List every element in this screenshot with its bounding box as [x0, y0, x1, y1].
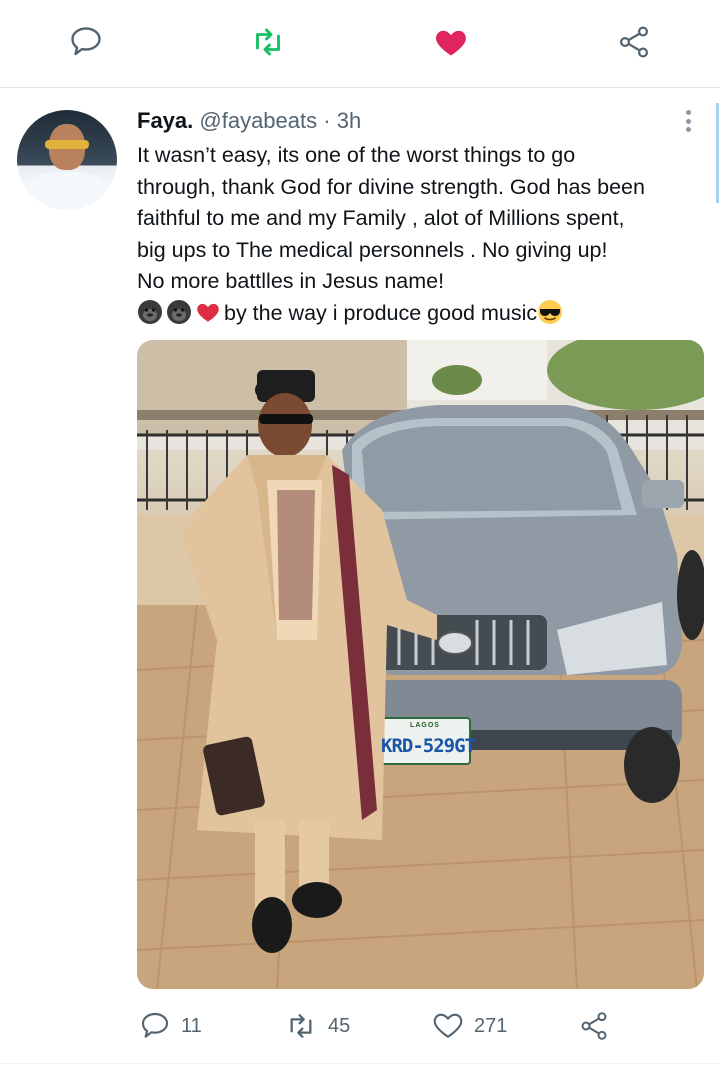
- more-options-button[interactable]: [676, 106, 700, 136]
- gorilla-icon: [138, 299, 162, 324]
- share-button[interactable]: [614, 22, 654, 62]
- dot-icon: [685, 127, 691, 132]
- reply-icon: [141, 1012, 169, 1038]
- share-button[interactable]: [578, 1008, 610, 1044]
- retweet-icon: [256, 28, 280, 56]
- divider: [0, 1063, 720, 1064]
- like-count: 271: [474, 1014, 508, 1037]
- reply-button[interactable]: [66, 22, 106, 62]
- retweet-button[interactable]: [248, 22, 288, 62]
- scrollbar[interactable]: [716, 103, 719, 203]
- gorilla-icon: [167, 299, 191, 324]
- tweet-header: Faya. @fayabeats · 3h: [137, 108, 361, 134]
- retweet-icon: [290, 1014, 312, 1038]
- reply-button[interactable]: 11: [139, 1008, 202, 1044]
- display-name[interactable]: Faya.: [137, 108, 193, 133]
- timestamp[interactable]: 3h: [337, 108, 361, 133]
- tweet-line: through, thank God for divine strength. …: [137, 174, 645, 199]
- sunglasses-face-icon: [538, 299, 563, 324]
- share-icon: [581, 1012, 607, 1040]
- tweet-line: It wasn’t easy, its one of the worst thi…: [137, 143, 576, 167]
- tweet-line-text: by the way i produce good music: [224, 300, 538, 325]
- photo-illustration: [137, 340, 704, 989]
- like-button[interactable]: [431, 22, 471, 62]
- dot-icon: [685, 118, 691, 124]
- tweet-actions: 11 45 271: [0, 1008, 720, 1048]
- license-plate-state: LAGOS: [410, 722, 440, 729]
- heart-filled-icon: [436, 30, 466, 56]
- license-plate-number: KRD-529GT: [381, 735, 476, 757]
- avatar[interactable]: [17, 110, 117, 210]
- dot-icon: [685, 110, 691, 115]
- tweet-line: faithful to me and my Family , alot of M…: [137, 206, 625, 230]
- tweet[interactable]: Faya. @fayabeats · 3h It wasn’t easy, it…: [0, 88, 720, 1074]
- tweet-line: big ups to The medical personnels . No g…: [137, 237, 608, 262]
- tweet-line: No more battlles in Jesus name!: [137, 269, 445, 293]
- separator: ·: [323, 108, 331, 133]
- heart-outline-icon: [433, 1013, 463, 1038]
- retweet-button[interactable]: 45: [284, 1008, 350, 1044]
- username[interactable]: @fayabeats: [199, 108, 317, 133]
- retweet-count: 45: [328, 1014, 351, 1037]
- reply-count: 11: [181, 1014, 202, 1037]
- speech-bubble-icon: [71, 27, 101, 56]
- like-button[interactable]: 271: [432, 1008, 507, 1044]
- tweet-photo[interactable]: LAGOS KRD-529GT: [137, 340, 704, 989]
- share-icon: [619, 26, 649, 58]
- tweet-line: by the way i produce good music: [137, 298, 707, 330]
- tweet-text: It wasn’t easy, its one of the worst thi…: [137, 140, 707, 329]
- top-action-bar: [0, 0, 720, 88]
- red-heart-icon: [197, 303, 219, 322]
